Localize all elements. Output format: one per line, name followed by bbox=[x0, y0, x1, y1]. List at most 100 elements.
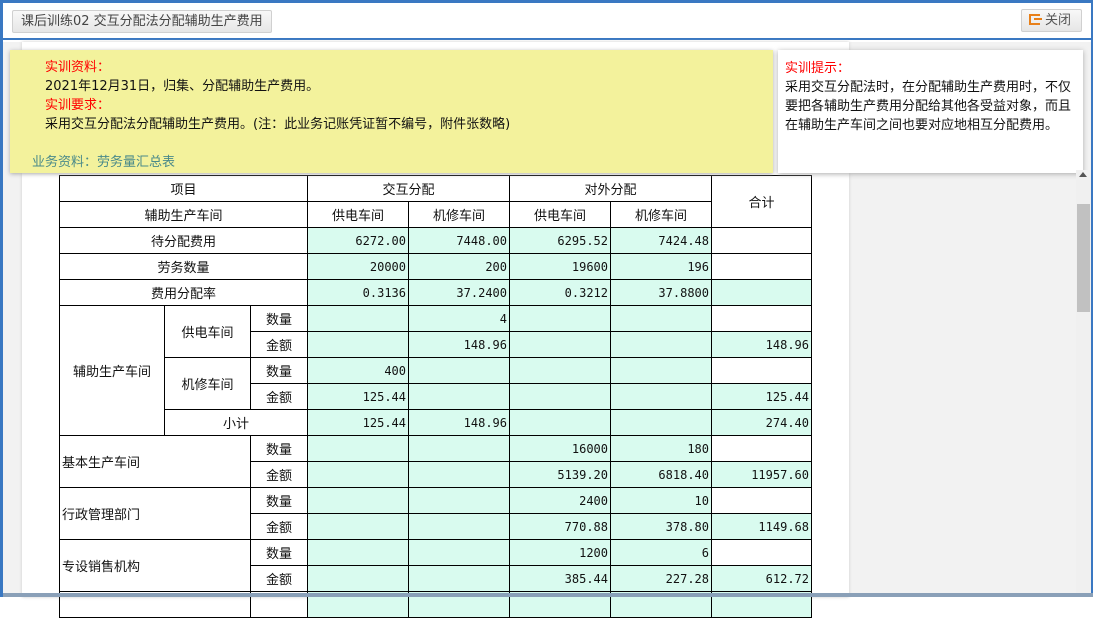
value-cell[interactable] bbox=[610, 409, 712, 436]
value-cell[interactable]: 612.72 bbox=[711, 565, 812, 592]
scroll-thumb[interactable] bbox=[1077, 204, 1090, 312]
value-cell[interactable] bbox=[307, 565, 409, 592]
value-cell[interactable]: 11957.60 bbox=[711, 461, 812, 488]
value-cell[interactable]: 148.96 bbox=[408, 331, 510, 358]
value-cell[interactable] bbox=[408, 487, 510, 514]
value-cell[interactable]: 274.40 bbox=[711, 409, 812, 436]
value-cell[interactable] bbox=[307, 305, 409, 332]
scroll-up-icon[interactable] bbox=[1079, 172, 1087, 177]
value-cell[interactable] bbox=[509, 331, 611, 358]
value-cell[interactable] bbox=[509, 409, 611, 436]
requirement-text: 采用交互分配法分配辅助生产费用。(注：此业务记账凭证暂不编号，附件张数略) bbox=[45, 117, 511, 132]
material-text: 2021年12月31日，归集、分配辅助生产费用。 bbox=[45, 79, 320, 94]
header-bar: 课后训练02 交互分配法分配辅助生产费用 关闭 bbox=[3, 3, 1091, 40]
value-cell[interactable]: 125.44 bbox=[307, 383, 409, 410]
close-label: 关闭 bbox=[1045, 13, 1072, 28]
value-cell[interactable] bbox=[408, 383, 510, 410]
value-cell[interactable]: 6272.00 bbox=[307, 227, 409, 254]
value-cell[interactable] bbox=[307, 539, 409, 566]
row-label: 劳务数量 bbox=[59, 253, 308, 280]
value-cell[interactable] bbox=[711, 357, 812, 384]
header-aux: 辅助生产车间 bbox=[59, 201, 308, 228]
value-cell[interactable]: 37.8800 bbox=[610, 279, 712, 306]
value-cell[interactable] bbox=[509, 305, 611, 332]
value-cell[interactable]: 5139.20 bbox=[509, 461, 611, 488]
qty-label: 数量 bbox=[250, 435, 308, 462]
value-cell[interactable] bbox=[509, 357, 611, 384]
material-panel: 实训资料： 2021年12月31日，归集、分配辅助生产费用。 实训要求： 采用交… bbox=[10, 50, 773, 173]
value-cell[interactable]: 1200 bbox=[509, 539, 611, 566]
hint-text: 采用交互分配法时，在分配辅助生产费用时，不仅要把各辅助生产费用分配给其他各受益对… bbox=[785, 80, 1072, 133]
value-cell[interactable]: 385.44 bbox=[509, 565, 611, 592]
value-cell[interactable]: 400 bbox=[307, 357, 409, 384]
value-cell[interactable] bbox=[408, 565, 510, 592]
value-cell[interactable] bbox=[509, 383, 611, 410]
exit-icon bbox=[1029, 14, 1042, 25]
value-cell[interactable] bbox=[307, 513, 409, 540]
value-cell[interactable]: 20000 bbox=[307, 253, 409, 280]
value-cell[interactable]: 227.28 bbox=[610, 565, 712, 592]
value-cell[interactable]: 148.96 bbox=[408, 409, 510, 436]
value-cell[interactable]: 0.3136 bbox=[307, 279, 409, 306]
vertical-scrollbar[interactable] bbox=[1076, 170, 1091, 594]
value-cell[interactable] bbox=[711, 435, 812, 462]
row-label: 专设销售机构 bbox=[59, 539, 251, 592]
value-cell[interactable] bbox=[610, 331, 712, 358]
value-cell[interactable]: 200 bbox=[408, 253, 510, 280]
value-cell[interactable]: 2400 bbox=[509, 487, 611, 514]
value-cell[interactable]: 37.2400 bbox=[408, 279, 510, 306]
value-cell[interactable]: 10 bbox=[610, 487, 712, 514]
row-label: 辅助生产车间 bbox=[59, 305, 165, 436]
value-cell[interactable]: 125.44 bbox=[711, 383, 812, 410]
value-cell[interactable] bbox=[610, 383, 712, 410]
value-cell[interactable]: 125.44 bbox=[307, 409, 409, 436]
row-label: 供电车间 bbox=[164, 305, 251, 358]
table-row: 辅助生产车间 供电车间 数量 4 bbox=[59, 305, 812, 436]
value-cell[interactable] bbox=[711, 305, 812, 332]
value-cell[interactable] bbox=[711, 253, 812, 280]
taskbar bbox=[3, 593, 1093, 597]
value-cell[interactable] bbox=[610, 357, 712, 384]
value-cell[interactable] bbox=[711, 539, 812, 566]
row-label: 小计 bbox=[164, 409, 308, 436]
hint-label: 实训提示： bbox=[785, 61, 851, 76]
header-power: 供电车间 bbox=[509, 201, 611, 228]
value-cell[interactable]: 378.80 bbox=[610, 513, 712, 540]
value-cell[interactable] bbox=[307, 487, 409, 514]
value-cell[interactable] bbox=[711, 227, 812, 254]
value-cell[interactable]: 180 bbox=[610, 435, 712, 462]
close-button[interactable]: 关闭 bbox=[1021, 9, 1082, 32]
value-cell[interactable]: 7448.00 bbox=[408, 227, 510, 254]
value-cell[interactable] bbox=[408, 513, 510, 540]
value-cell[interactable] bbox=[408, 461, 510, 488]
value-cell[interactable] bbox=[307, 461, 409, 488]
value-cell[interactable]: 0.3212 bbox=[509, 279, 611, 306]
value-cell[interactable] bbox=[408, 357, 510, 384]
table-row: 机修车间 数量 400 bbox=[60, 357, 812, 410]
value-cell[interactable] bbox=[307, 331, 409, 358]
labor-summary-table: 项目 交互分配 对外分配 合计 辅助生产车间 供电车间 机修车间 供电车间 机修车间 待分配费… bbox=[59, 175, 812, 618]
table-row: 基本生产车间 数量 16000 180 bbox=[59, 435, 812, 488]
value-cell[interactable]: 6 bbox=[610, 539, 712, 566]
value-cell[interactable]: 148.96 bbox=[711, 331, 812, 358]
title-tab[interactable]: 课后训练02 交互分配法分配辅助生产费用 bbox=[12, 10, 272, 33]
row-label: 机修车间 bbox=[164, 357, 251, 410]
value-cell[interactable]: 19600 bbox=[509, 253, 611, 280]
value-cell[interactable] bbox=[610, 305, 712, 332]
row-label: 行政管理部门 bbox=[59, 487, 251, 540]
header-total: 合计 bbox=[711, 175, 812, 228]
value-cell[interactable]: 7424.48 bbox=[610, 227, 712, 254]
value-cell[interactable]: 1149.68 bbox=[711, 513, 812, 540]
value-cell[interactable] bbox=[307, 435, 409, 462]
value-cell[interactable]: 196 bbox=[610, 253, 712, 280]
value-cell[interactable]: 16000 bbox=[509, 435, 611, 462]
value-cell[interactable]: 770.88 bbox=[509, 513, 611, 540]
value-cell[interactable]: 6818.40 bbox=[610, 461, 712, 488]
value-cell[interactable] bbox=[408, 435, 510, 462]
value-cell[interactable] bbox=[711, 487, 812, 514]
value-cell[interactable] bbox=[711, 279, 812, 306]
value-cell[interactable]: 4 bbox=[408, 305, 510, 332]
value-cell[interactable]: 6295.52 bbox=[509, 227, 611, 254]
value-cell[interactable] bbox=[408, 539, 510, 566]
header-power: 供电车间 bbox=[307, 201, 409, 228]
